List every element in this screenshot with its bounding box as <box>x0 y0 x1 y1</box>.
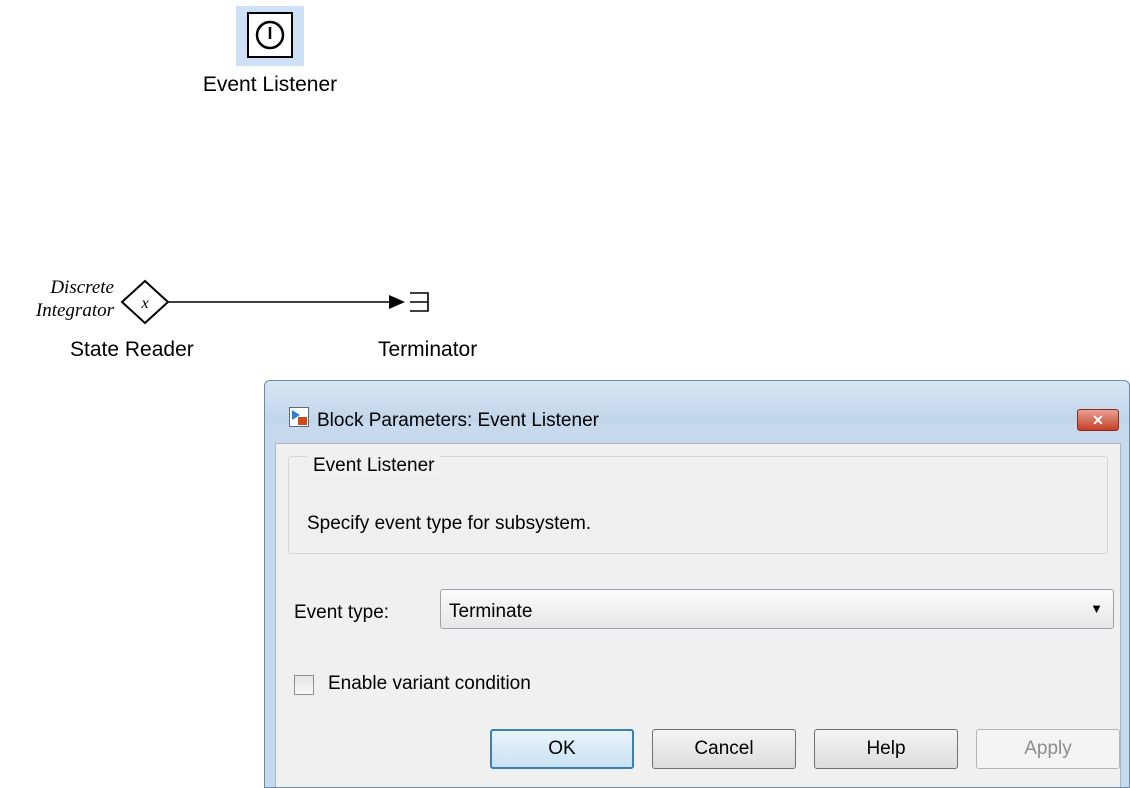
close-icon: ✕ <box>1092 412 1104 428</box>
signal-arrowhead <box>389 295 405 309</box>
state-reader-glyph: x <box>140 295 148 312</box>
event-listener-groupbox: Event Listener Specify event type for su… <box>288 455 1108 554</box>
block-parameters-icon <box>289 407 309 427</box>
help-button[interactable]: Help <box>814 729 958 769</box>
event-type-dropdown[interactable]: Terminate ▼ <box>440 589 1114 629</box>
chevron-down-icon: ▼ <box>1090 601 1103 616</box>
terminator-label: Terminator <box>378 338 478 361</box>
enable-variant-checkbox[interactable] <box>294 675 314 695</box>
groupbox-title: Event Listener <box>307 455 441 477</box>
close-button[interactable]: ✕ <box>1077 409 1119 431</box>
cancel-button[interactable]: Cancel <box>652 729 796 769</box>
state-reader-label: State Reader <box>70 338 194 361</box>
signal-diagram: x <box>120 279 429 325</box>
enable-variant-label[interactable]: Enable variant condition <box>328 673 531 695</box>
state-reader-block[interactable]: x <box>120 279 170 325</box>
dialog-title: Block Parameters: Event Listener <box>317 410 599 431</box>
event-type-label: Event type: <box>294 602 390 623</box>
groupbox-description: Specify event type for subsystem. <box>307 513 592 534</box>
dialog-titlebar[interactable]: Block Parameters: Event Listener ✕ <box>265 381 1129 431</box>
terminator-block[interactable] <box>410 292 429 312</box>
dialog-client-area: Event Listener Specify event type for su… <box>275 443 1121 787</box>
event-type-value: Terminate <box>449 601 533 622</box>
apply-button[interactable]: Apply <box>976 729 1120 769</box>
ok-button[interactable]: OK <box>490 729 634 769</box>
block-parameters-dialog: Block Parameters: Event Listener ✕ Event… <box>264 380 1130 788</box>
